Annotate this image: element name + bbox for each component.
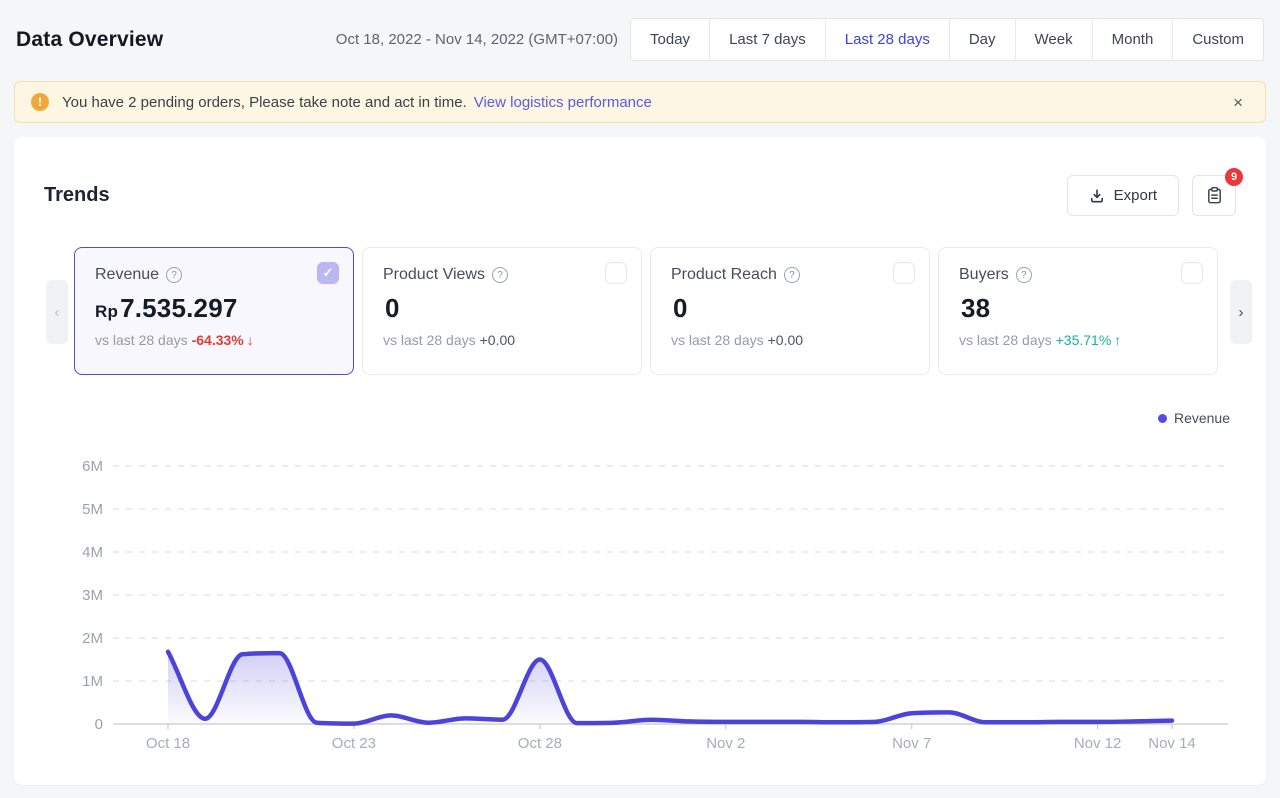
tab-day[interactable]: Day — [949, 19, 1015, 60]
tab-custom[interactable]: Custom — [1172, 19, 1263, 60]
tab-week[interactable]: Week — [1015, 19, 1092, 60]
help-icon[interactable]: ? — [166, 267, 182, 283]
date-range-tab-group: Today Last 7 days Last 28 days Day Week … — [630, 18, 1264, 61]
revenue-chart-area: 0 1M 2M 3M 4M 5M 6M Oct 18 Oct 23 Oct 28 Nov 2 Nov … — [44, 438, 1236, 761]
delta-value: +35.71% — [1056, 332, 1112, 348]
y-axis-label: 4M — [82, 544, 103, 561]
x-axis-label: Oct 28 — [518, 735, 562, 752]
legend-dot-icon — [1158, 414, 1167, 423]
carousel-prev-button[interactable]: ‹ — [46, 280, 68, 344]
export-button[interactable]: Export — [1067, 175, 1179, 216]
view-logistics-link[interactable]: View logistics performance — [474, 94, 652, 111]
legend-label: Revenue — [1174, 410, 1230, 426]
export-label: Export — [1114, 187, 1157, 204]
help-icon[interactable]: ? — [492, 267, 508, 283]
delta-value: +0.00 — [768, 332, 803, 348]
metric-value: 0 — [671, 293, 909, 324]
delta-arrow-icon: ↑ — [1114, 332, 1121, 348]
metric-title: Product Reach — [671, 266, 777, 284]
trends-title: Trends — [44, 184, 1067, 207]
metric-compare: vs last 28 days-64.33%↓ — [95, 332, 333, 348]
metric-value: 38 — [959, 293, 1197, 324]
trends-header: Trends Export 9 — [44, 175, 1236, 216]
page-title: Data Overview — [16, 28, 163, 52]
revenue-line-chart: 0 1M 2M 3M 4M 5M 6M Oct 18 Oct 23 Oct 28 Nov 2 Nov … — [44, 438, 1236, 756]
metric-checkbox[interactable] — [1181, 262, 1203, 284]
help-icon[interactable]: ? — [784, 267, 800, 283]
y-axis-label: 2M — [82, 630, 103, 647]
help-icon[interactable]: ? — [1016, 267, 1032, 283]
close-icon[interactable]: × — [1227, 90, 1249, 115]
metric-card-product-views[interactable]: Product Views ? 0 vs last 28 days+0.00 — [362, 247, 642, 375]
x-axis-label: Oct 23 — [332, 735, 376, 752]
report-clipboard-button[interactable]: 9 — [1192, 175, 1236, 216]
y-axis-label: 3M — [82, 587, 103, 604]
metric-card-revenue[interactable]: Revenue ? ✓ Rp7.535.297 vs last 28 days-… — [74, 247, 354, 375]
revenue-area-fill — [168, 652, 1172, 724]
x-axis-label: Oct 18 — [146, 735, 190, 752]
pending-orders-banner: ! You have 2 pending orders, Please take… — [14, 81, 1266, 123]
revenue-line — [168, 652, 1172, 724]
y-axis-label: 0 — [95, 716, 103, 733]
date-range-text: Oct 18, 2022 - Nov 14, 2022 (GMT+07:00) — [336, 31, 618, 48]
metric-title: Revenue — [95, 266, 159, 284]
metric-cards: Revenue ? ✓ Rp7.535.297 vs last 28 days-… — [74, 247, 1236, 375]
y-axis-label: 5M — [82, 501, 103, 518]
top-bar: Data Overview Oct 18, 2022 - Nov 14, 202… — [0, 0, 1280, 81]
metric-title: Buyers — [959, 266, 1009, 284]
x-axis-label: Nov 7 — [892, 735, 931, 752]
metric-card-product-reach[interactable]: Product Reach ? 0 vs last 28 days+0.00 — [650, 247, 930, 375]
trends-panel: Trends Export 9 ‹ — [14, 137, 1266, 785]
tab-last-28-days[interactable]: Last 28 days — [825, 19, 949, 60]
metric-checkbox[interactable]: ✓ — [317, 262, 339, 284]
metric-compare: vs last 28 days+0.00 — [671, 332, 909, 348]
metric-card-buyers[interactable]: Buyers ? 38 vs last 28 days+35.71%↑ — [938, 247, 1218, 375]
tab-month[interactable]: Month — [1092, 19, 1173, 60]
metric-value: 0 — [383, 293, 621, 324]
metric-compare: vs last 28 days+0.00 — [383, 332, 621, 348]
metric-checkbox[interactable] — [893, 262, 915, 284]
y-axis-label: 6M — [82, 458, 103, 475]
currency-prefix: Rp — [95, 302, 118, 321]
clipboard-icon — [1205, 186, 1224, 205]
delta-arrow-icon: ↓ — [247, 332, 254, 348]
x-axis-label: Nov 14 — [1148, 735, 1196, 752]
tab-today[interactable]: Today — [631, 19, 709, 60]
banner-message: You have 2 pending orders, Please take n… — [62, 94, 467, 111]
metric-compare: vs last 28 days+35.71%↑ — [959, 332, 1197, 348]
metric-value: Rp7.535.297 — [95, 293, 333, 324]
x-axis-label: Nov 2 — [706, 735, 745, 752]
carousel-next-button[interactable]: › — [1230, 280, 1252, 344]
tab-last-7-days[interactable]: Last 7 days — [709, 19, 825, 60]
delta-value: -64.33% — [192, 332, 244, 348]
x-axis-label: Nov 12 — [1074, 735, 1122, 752]
chart-legend[interactable]: Revenue — [44, 410, 1236, 426]
metric-checkbox[interactable] — [605, 262, 627, 284]
metric-title: Product Views — [383, 266, 485, 284]
metric-cards-carousel: ‹ Revenue ? ✓ Rp7.535.297 vs last 28 day… — [44, 247, 1236, 375]
y-axis-label: 1M — [82, 673, 103, 690]
report-badge: 9 — [1225, 168, 1243, 186]
delta-value: +0.00 — [480, 332, 515, 348]
warning-icon: ! — [31, 93, 49, 111]
download-icon — [1089, 188, 1105, 204]
